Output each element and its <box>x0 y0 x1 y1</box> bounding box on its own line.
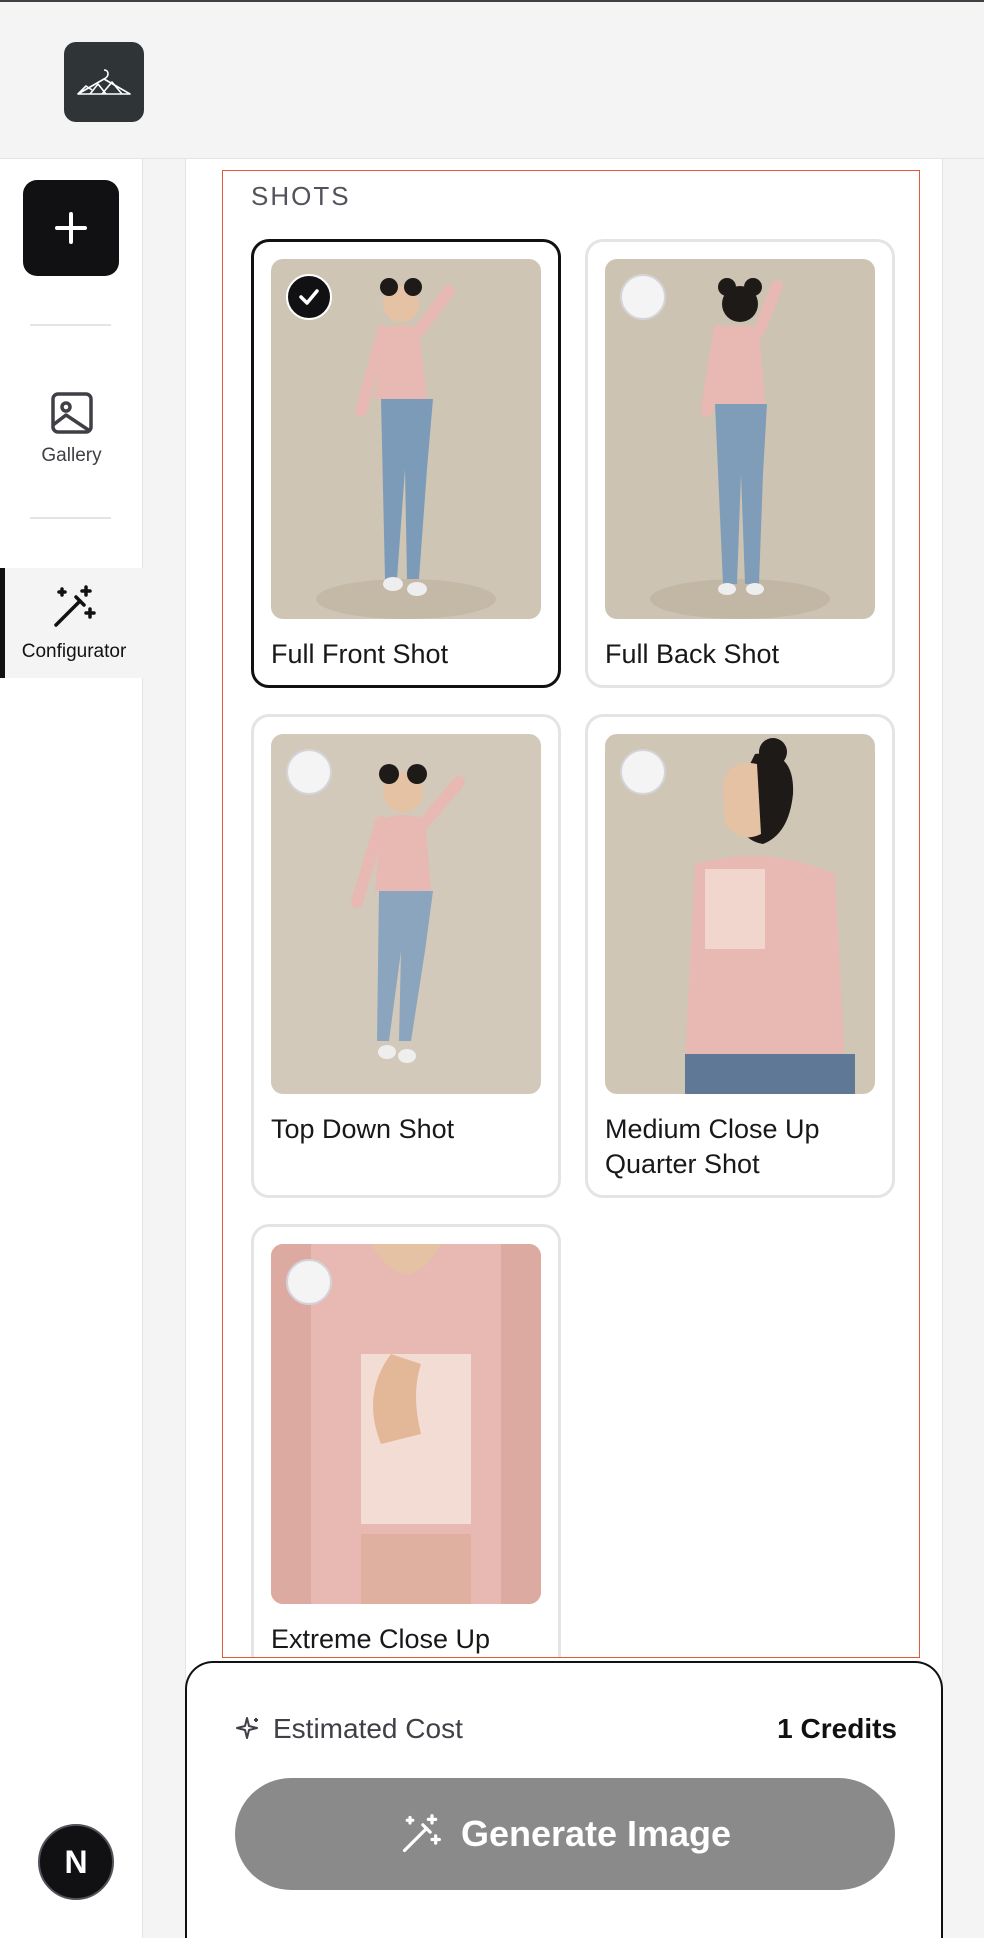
magic-wand-icon <box>402 1814 441 1853</box>
shots-panel: SHOTS Full Front Shot Full Back Shot Top… <box>222 170 920 1658</box>
sidebar-item-label: Configurator <box>21 641 127 662</box>
generate-image-button[interactable]: Generate Image <box>235 1778 895 1890</box>
radio-icon <box>620 274 666 320</box>
estimated-cost-value: 1 Credits <box>777 1713 897 1744</box>
generate-panel: Estimated Cost 1 Credits Generate Image <box>185 1661 943 1938</box>
shot-label: Extreme Close Up <box>271 1624 491 1654</box>
image-icon <box>50 392 93 434</box>
hanger-logo-icon[interactable] <box>64 42 144 122</box>
shot-label: Full Back Shot <box>605 639 780 669</box>
shots-section-title: SHOTS <box>251 181 351 211</box>
top-bar <box>0 0 984 159</box>
plus-icon <box>55 212 87 244</box>
shot-card-medium-close-up[interactable]: Medium Close Up Quarter Shot <box>585 714 895 1198</box>
sidebar: Gallery Configurator N <box>0 159 143 1938</box>
magic-wand-icon <box>54 585 96 627</box>
generate-image-label: Generate Image <box>460 1813 732 1854</box>
avatar-initial: N <box>64 1843 88 1880</box>
radio-icon <box>286 749 332 795</box>
new-button[interactable] <box>23 180 119 276</box>
avatar[interactable]: N <box>38 1824 114 1900</box>
sparkle-icon <box>236 1717 258 1739</box>
radio-icon <box>286 1259 332 1305</box>
check-icon <box>286 274 332 320</box>
sidebar-divider <box>30 517 111 519</box>
sidebar-divider <box>30 324 111 326</box>
shot-label: Top Down Shot <box>271 1114 455 1144</box>
shot-card-full-front[interactable]: Full Front Shot <box>251 239 561 688</box>
estimated-cost-label: Estimated Cost <box>273 1713 463 1744</box>
radio-icon <box>620 749 666 795</box>
shot-card-top-down[interactable]: Top Down Shot <box>251 714 561 1198</box>
sidebar-item-gallery[interactable]: Gallery <box>0 391 143 491</box>
shot-label: Medium Close Up Quarter Shot <box>605 1114 820 1179</box>
sidebar-item-configurator[interactable]: Configurator <box>0 568 143 678</box>
sidebar-item-label: Gallery <box>41 445 102 466</box>
estimated-cost-row: Estimated Cost 1 Credits <box>235 1713 897 1745</box>
shot-card-full-back[interactable]: Full Back Shot <box>585 239 895 688</box>
shot-card-extreme-close-up[interactable]: Extreme Close Up <box>251 1224 561 1657</box>
shot-label: Full Front Shot <box>271 639 449 669</box>
